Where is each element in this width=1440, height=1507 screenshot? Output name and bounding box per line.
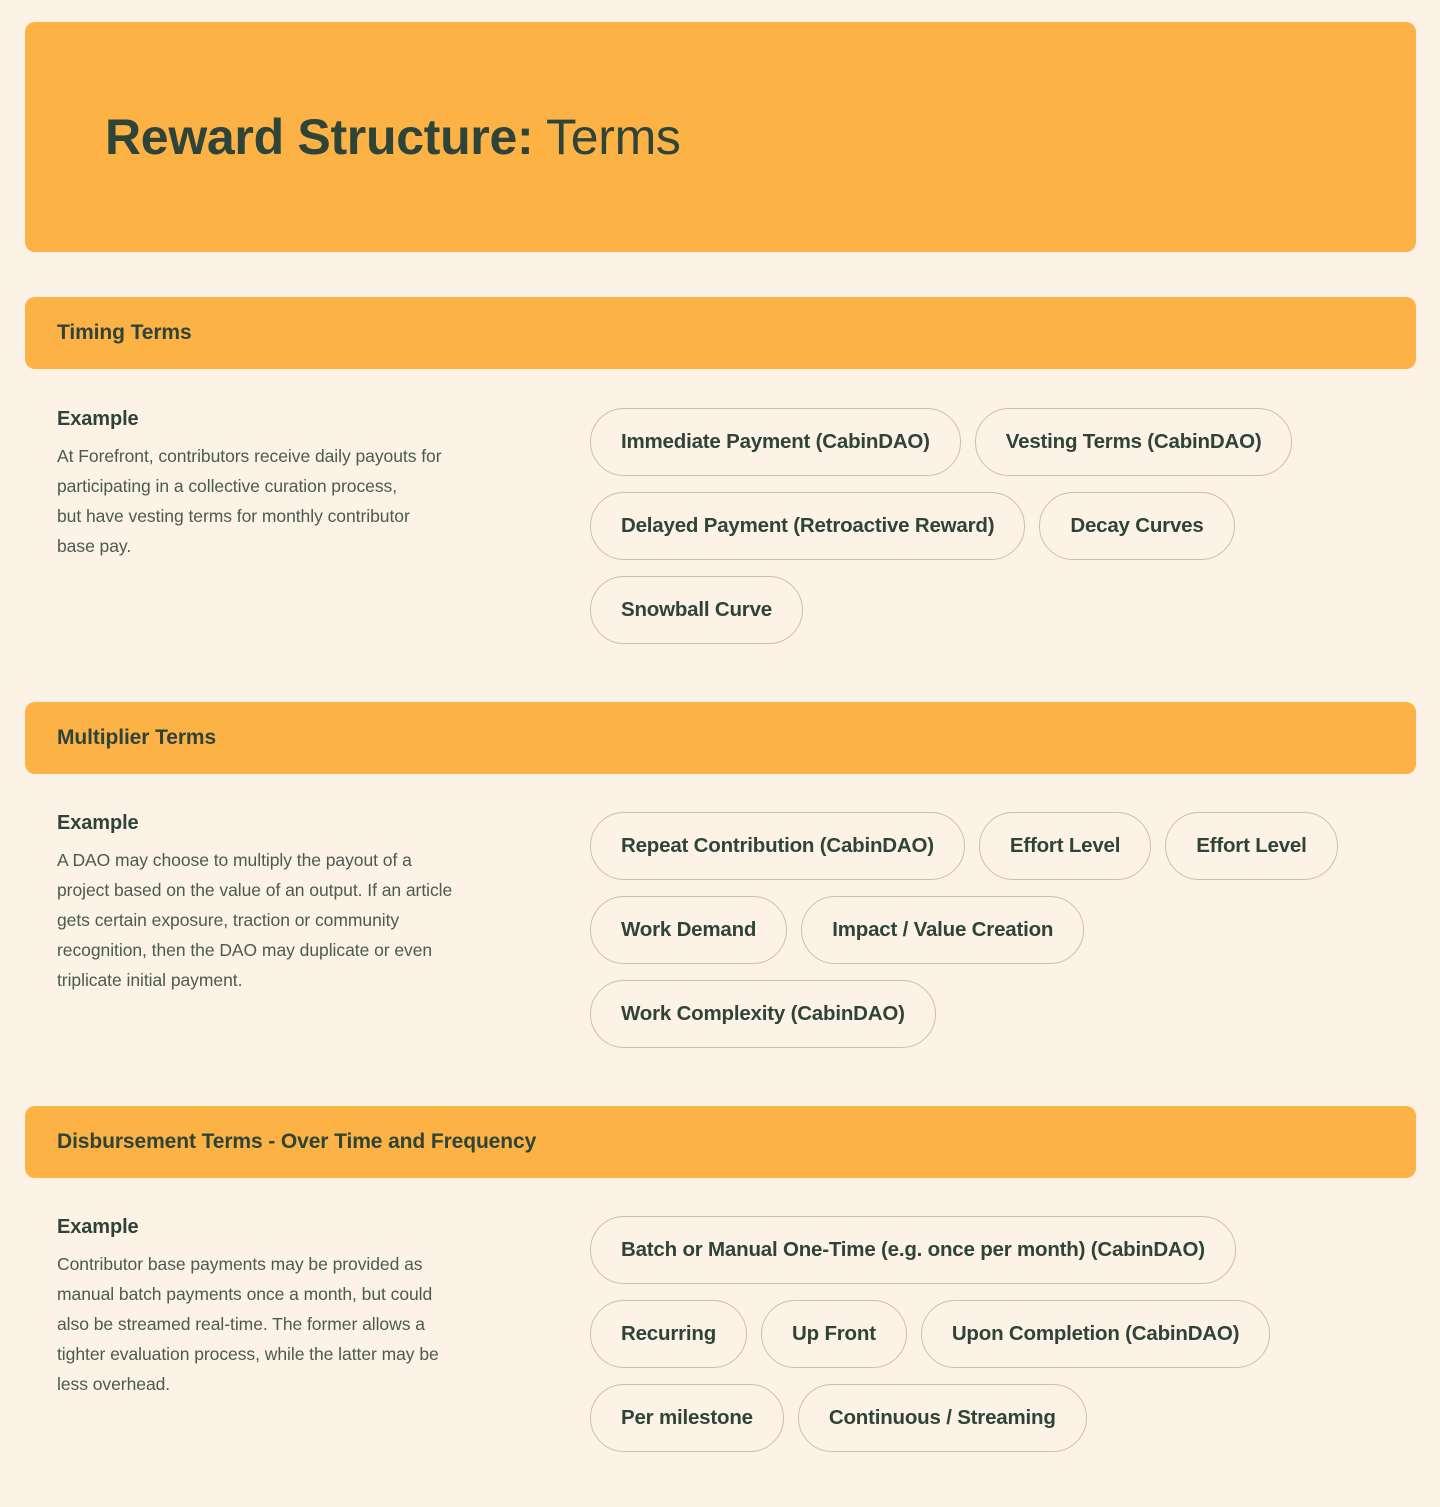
- term-pill[interactable]: Work Demand: [590, 896, 788, 964]
- example-column: Example At Forefront, contributors recei…: [25, 408, 590, 561]
- example-label: Example: [57, 1216, 139, 1238]
- term-pill-list: Repeat Contribution (CabinDAO) Effort Le…: [590, 812, 1416, 1048]
- section-header-disbursement-terms: Disbursement Terms - Over Time and Frequ…: [25, 1106, 1416, 1178]
- term-pill[interactable]: Delayed Payment (Retroactive Reward): [590, 492, 1026, 560]
- section-header-timing-terms: Timing Terms: [25, 297, 1416, 369]
- section-header-label: Disbursement Terms - Over Time and Frequ…: [57, 1130, 537, 1153]
- term-pill[interactable]: Decay Curves: [1039, 492, 1235, 560]
- section-header-multiplier-terms: Multiplier Terms: [25, 702, 1416, 774]
- example-body-text: A DAO may choose to multiply the payout …: [57, 850, 453, 990]
- page-title: Reward Structure: Terms: [105, 108, 681, 165]
- example-body-text: Contributor base payments may be provide…: [57, 1254, 439, 1394]
- term-pill-list: Immediate Payment (CabinDAO) Vesting Ter…: [590, 408, 1416, 644]
- term-pill[interactable]: Impact / Value Creation: [801, 896, 1085, 964]
- section-body-multiplier-terms: Example A DAO may choose to multiply the…: [25, 812, 1416, 1048]
- term-pill[interactable]: Work Complexity (CabinDAO): [590, 980, 936, 1048]
- example-column: Example Contributor base payments may be…: [25, 1216, 590, 1399]
- term-pill[interactable]: Per milestone: [590, 1384, 784, 1452]
- term-pill[interactable]: Immediate Payment (CabinDAO): [590, 408, 961, 476]
- term-pill[interactable]: Recurring: [590, 1300, 748, 1368]
- term-pill[interactable]: Upon Completion (CabinDAO): [920, 1300, 1271, 1368]
- section-header-label: Timing Terms: [57, 321, 192, 344]
- section-body-disbursement-terms: Example Contributor base payments may be…: [25, 1216, 1416, 1452]
- term-pill[interactable]: Effort Level: [978, 812, 1152, 880]
- term-pill[interactable]: Batch or Manual One-Time (e.g. once per …: [590, 1216, 1236, 1284]
- example-body-text: At Forefront, contributors receive daily…: [57, 446, 442, 556]
- term-pill[interactable]: Repeat Contribution (CabinDAO): [590, 812, 965, 880]
- example-column: Example A DAO may choose to multiply the…: [25, 812, 590, 995]
- example-label: Example: [57, 812, 139, 834]
- section-body-timing-terms: Example At Forefront, contributors recei…: [25, 408, 1416, 644]
- reward-structure-page: Reward Structure: Terms Timing Terms Exa…: [0, 0, 1440, 1507]
- section-header-label: Multiplier Terms: [57, 726, 217, 749]
- page-title-banner: Reward Structure: Terms: [25, 22, 1416, 252]
- term-pill[interactable]: Vesting Terms (CabinDAO): [974, 408, 1293, 476]
- term-pill[interactable]: Effort Level: [1165, 812, 1338, 880]
- term-pill[interactable]: Up Front: [761, 1300, 907, 1368]
- page-title-strong: Reward Structure:: [105, 108, 534, 165]
- page-title-light: Terms: [533, 108, 681, 165]
- term-pill-list: Batch or Manual One-Time (e.g. once per …: [590, 1216, 1416, 1452]
- term-pill[interactable]: Continuous / Streaming: [797, 1384, 1087, 1452]
- example-label: Example: [57, 408, 139, 430]
- term-pill[interactable]: Snowball Curve: [590, 576, 803, 644]
